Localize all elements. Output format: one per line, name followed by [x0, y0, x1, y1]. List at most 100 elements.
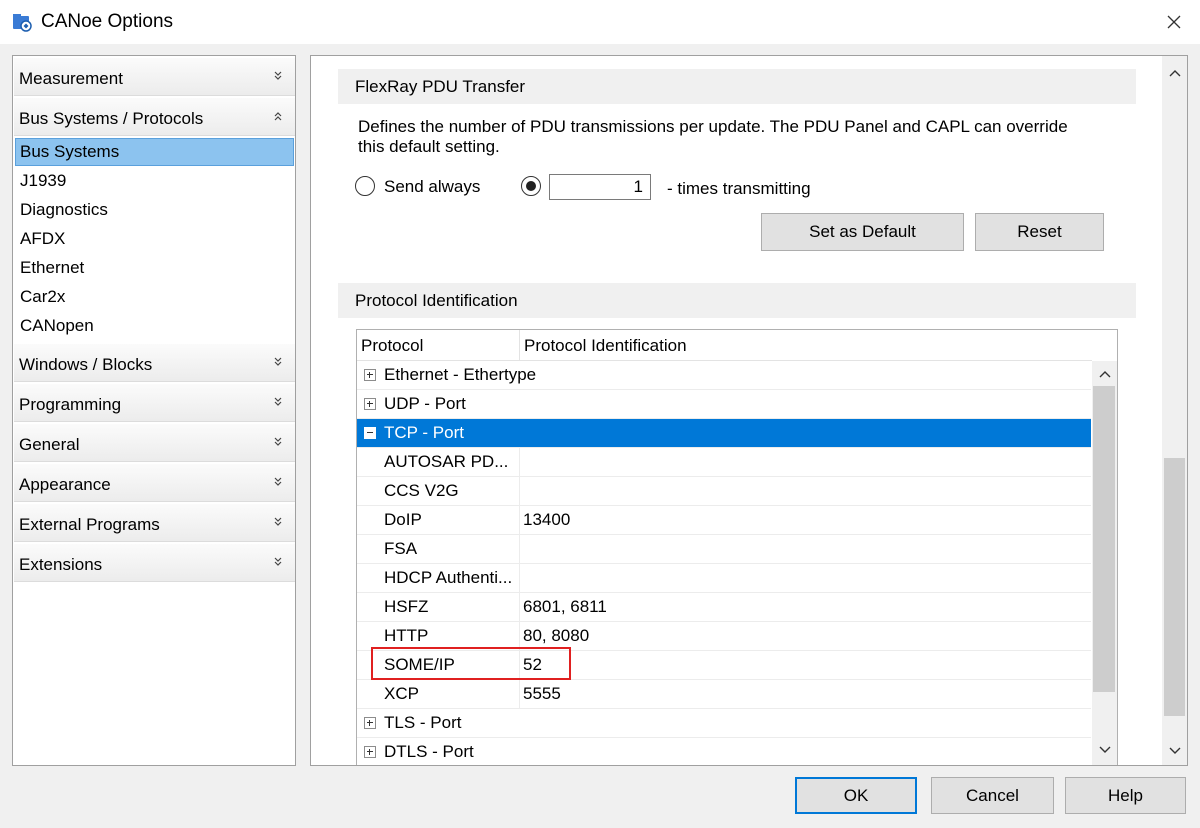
grid-row-hdcp-authentication[interactable]: HDCP Authenti... [357, 564, 1091, 593]
nav-section-windows-blocks[interactable]: Windows / Blocks [14, 344, 295, 382]
chevron-up-icon [1099, 370, 1110, 377]
nav-item-j1939[interactable]: J1939 [15, 167, 294, 195]
row-name: TLS - Port [384, 713, 462, 732]
nav-section-label: Bus Systems / Protocols [19, 109, 204, 128]
row-value[interactable]: 80, 8080 [523, 626, 589, 646]
grid-row-http[interactable]: HTTP 80, 8080 [357, 622, 1091, 651]
nav-section-label: Windows / Blocks [19, 355, 153, 374]
times-transmitting-label: - times transmitting [667, 179, 811, 198]
grid-row-some-ip[interactable]: SOME/IP 52 [357, 651, 1091, 680]
row-value[interactable]: 13400 [523, 510, 570, 530]
chevron-down-icon [274, 517, 282, 526]
expand-icon[interactable] [364, 717, 376, 729]
column-divider [519, 564, 520, 593]
nav-section-appearance[interactable]: Appearance [14, 464, 295, 502]
scroll-down-button[interactable] [1092, 737, 1117, 762]
send-always-label: Send always [384, 177, 481, 196]
panel-vertical-scrollbar[interactable] [1162, 56, 1187, 765]
expand-icon[interactable] [364, 746, 376, 758]
protocol-identification-section-header: Protocol Identification [338, 283, 1136, 318]
row-value[interactable]: 52 [523, 655, 542, 675]
help-button[interactable]: Help [1065, 777, 1186, 814]
transmission-count-input[interactable] [549, 174, 651, 200]
nav-section-measurement[interactable]: Measurement [14, 58, 295, 96]
grid-row-dtls-port[interactable]: DTLS - Port [357, 738, 1091, 765]
grid-row-doip[interactable]: DoIP 13400 [357, 506, 1091, 535]
column-divider [519, 448, 520, 477]
grid-row-tcp-port[interactable]: TCP - Port [357, 419, 1091, 448]
grid-vertical-scrollbar[interactable] [1092, 361, 1117, 765]
row-name: TCP - Port [384, 423, 464, 442]
chevron-up-icon [1169, 69, 1180, 76]
grid-row-xcp[interactable]: XCP 5555 [357, 680, 1091, 709]
row-value[interactable]: 5555 [523, 684, 561, 704]
nav-item-diagnostics[interactable]: Diagnostics [15, 196, 294, 224]
ok-button[interactable]: OK [795, 777, 917, 814]
column-header-protocol[interactable]: Protocol [361, 336, 423, 356]
times-transmitting-radio[interactable] [521, 176, 541, 196]
scroll-up-button[interactable] [1092, 361, 1117, 386]
scroll-thumb[interactable] [1164, 458, 1185, 716]
nav-section-bus-systems-protocols[interactable]: Bus Systems / Protocols [14, 98, 295, 136]
scroll-down-button[interactable] [1162, 738, 1187, 763]
canoe-app-icon [13, 14, 32, 32]
cancel-button[interactable]: Cancel [931, 777, 1054, 814]
grid-row-autosar-pdu[interactable]: AUTOSAR PD... [357, 448, 1091, 477]
nav-section-extensions[interactable]: Extensions [14, 544, 295, 582]
row-name: CCS V2G [384, 481, 459, 500]
nav-item-bus-systems[interactable]: Bus Systems [15, 138, 294, 166]
column-divider [519, 680, 520, 709]
chevron-up-icon [274, 112, 282, 121]
grid-row-fsa[interactable]: FSA [357, 535, 1091, 564]
chevron-down-icon [274, 357, 282, 366]
nav-item-afdx[interactable]: AFDX [15, 225, 294, 253]
row-name: XCP [384, 684, 419, 703]
nav-item-label: J1939 [20, 171, 67, 190]
nav-section-general[interactable]: General [14, 424, 295, 462]
row-name: AUTOSAR PD... [384, 452, 509, 471]
row-name: Ethernet - Ethertype [384, 365, 537, 384]
expand-icon[interactable] [364, 369, 376, 381]
scroll-up-button[interactable] [1162, 60, 1187, 85]
grid-row-udp-port[interactable]: UDP - Port [357, 390, 1091, 419]
scroll-thumb[interactable] [1093, 386, 1115, 692]
nav-section-label: General [19, 435, 80, 454]
flexray-pdu-section-header: FlexRay PDU Transfer [338, 69, 1136, 104]
nav-item-canopen[interactable]: CANopen [15, 312, 294, 340]
send-always-radio[interactable] [355, 176, 375, 196]
pdu-description: Defines the number of PDU transmissions … [358, 117, 1068, 156]
column-divider [519, 622, 520, 651]
nav-section-label: External Programs [19, 515, 160, 534]
nav-item-label: CANopen [20, 316, 94, 335]
nav-section-label: Measurement [19, 69, 123, 88]
grid-row-ccs-v2g[interactable]: CCS V2G [357, 477, 1091, 506]
nav-item-label: Diagnostics [20, 200, 108, 219]
expand-icon[interactable] [364, 398, 376, 410]
nav-item-ethernet[interactable]: Ethernet [15, 254, 294, 282]
nav-item-car2x[interactable]: Car2x [15, 283, 294, 311]
set-as-default-button[interactable]: Set as Default [761, 213, 964, 251]
reset-button[interactable]: Reset [975, 213, 1104, 251]
title-bar: CANoe Options [0, 0, 1200, 44]
window-title: CANoe Options [41, 11, 174, 32]
column-divider [519, 535, 520, 564]
nav-section-programming[interactable]: Programming [14, 384, 295, 422]
grid-row-ethernet-ethertype[interactable]: Ethernet - Ethertype [357, 361, 1091, 390]
nav-section-label: Appearance [19, 475, 111, 494]
protocol-identification-grid: Protocol Protocol Identification Etherne… [356, 329, 1118, 765]
row-name: HSFZ [384, 597, 429, 616]
nav-item-label: Car2x [20, 287, 66, 306]
chevron-down-icon [1099, 746, 1110, 753]
column-header-protocol-identification[interactable]: Protocol Identification [524, 336, 687, 356]
nav-item-label: Ethernet [20, 258, 85, 277]
grid-row-tls-port[interactable]: TLS - Port [357, 709, 1091, 738]
grid-row-hsfz[interactable]: HSFZ 6801, 6811 [357, 593, 1091, 622]
close-button[interactable] [1148, 0, 1200, 44]
row-name: FSA [384, 539, 418, 558]
chevron-down-icon [274, 437, 282, 446]
nav-section-external-programs[interactable]: External Programs [14, 504, 295, 542]
collapse-icon[interactable] [364, 427, 376, 439]
nav-item-label: AFDX [20, 229, 66, 248]
row-value[interactable]: 6801, 6811 [523, 597, 607, 617]
row-name: HTTP [384, 626, 429, 645]
